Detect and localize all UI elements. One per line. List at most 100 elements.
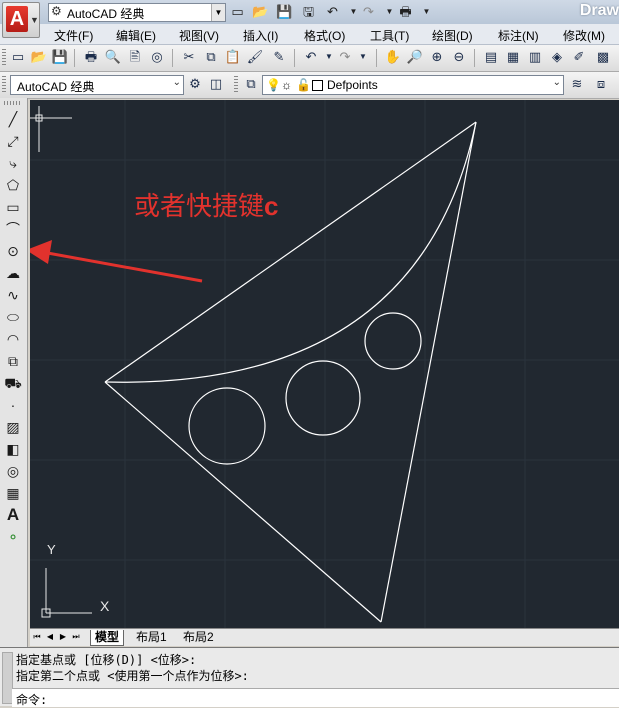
circle-icon[interactable]: ⊙ xyxy=(3,241,23,261)
plot-icon[interactable]: 🖶 xyxy=(82,48,100,66)
triangle-edge-bottom xyxy=(104,381,382,623)
last-tab-icon[interactable]: ⏭ xyxy=(71,631,81,643)
sheet-set-icon[interactable]: ◈ xyxy=(548,48,566,66)
toolbar-grip[interactable] xyxy=(2,49,6,67)
redo-icon[interactable]: ↷ xyxy=(360,3,377,20)
plot-preview-icon[interactable]: 🔍 xyxy=(104,48,122,66)
command-input[interactable]: 命令: xyxy=(12,688,619,707)
open-icon[interactable]: 📂 xyxy=(30,48,48,66)
ellipse-arc-icon[interactable]: ◠ xyxy=(3,329,23,349)
construction-line-icon[interactable]: ⤢ xyxy=(3,131,23,151)
chevron-down-icon[interactable]: ▼ xyxy=(381,3,398,20)
chevron-down-icon[interactable]: ▼ xyxy=(354,48,372,66)
prev-tab-icon[interactable]: ◀ xyxy=(45,631,55,643)
lock-icon[interactable]: 🔓 xyxy=(296,78,311,92)
zoom-window-icon[interactable]: ⊕ xyxy=(428,48,446,66)
toolbar-grip[interactable] xyxy=(234,76,238,94)
design-center-icon[interactable]: ▦ xyxy=(504,48,522,66)
tool-palettes-icon[interactable]: ▥ xyxy=(526,48,544,66)
calculator-icon[interactable]: ▩ xyxy=(594,48,612,66)
menu-edit[interactable]: 编辑(E) xyxy=(116,27,156,44)
copy-icon[interactable]: ⧉ xyxy=(202,48,220,66)
layer-name: Defpoints xyxy=(327,78,378,92)
qnew-icon[interactable]: ▭ xyxy=(9,48,27,66)
menu-draw[interactable]: 绘图(D) xyxy=(432,27,473,44)
title-bar: A ▼ ⚙ AutoCAD 经典 ▼ ▭ 📂 💾 🖫 ↶ ▼ ↷ ▼ 🖶 ▼ D… xyxy=(0,0,619,38)
application-menu-button[interactable]: A ▼ xyxy=(2,2,40,38)
color-square-icon xyxy=(312,80,323,91)
workspace-switcher[interactable]: ⚙ AutoCAD 经典 ▼ xyxy=(48,3,226,22)
chevron-down-icon[interactable]: ⌄ xyxy=(173,77,181,88)
match-properties-icon[interactable]: 🖌 xyxy=(246,48,264,66)
menu-dimension[interactable]: 标注(N) xyxy=(498,27,539,44)
workspace-select[interactable]: AutoCAD 经典 ⌄ xyxy=(10,75,184,95)
multiline-text-icon[interactable]: A xyxy=(3,505,23,525)
spline-icon[interactable]: ∿ xyxy=(3,285,23,305)
layer-manager-icon[interactable]: ⧉ xyxy=(242,75,260,93)
gradient-icon[interactable]: ◧ xyxy=(3,439,23,459)
zoom-realtime-icon[interactable]: 🔎 xyxy=(406,48,424,66)
menu-view[interactable]: 视图(V) xyxy=(179,27,219,44)
insert-block-icon[interactable]: ⧉ xyxy=(3,351,23,371)
rectangle-icon[interactable]: ▭ xyxy=(3,197,23,217)
save-icon[interactable]: 💾 xyxy=(51,48,69,66)
plot-icon[interactable]: 🖶 xyxy=(397,3,414,20)
pan-icon[interactable]: ✋ xyxy=(384,48,402,66)
tab-layout2[interactable]: 布局2 xyxy=(179,630,218,645)
layer-previous-icon[interactable]: ⧈ xyxy=(592,75,610,93)
lightbulb-icon[interactable]: 💡 xyxy=(266,78,281,92)
make-block-icon[interactable]: ⛟ xyxy=(3,373,23,393)
undo-icon[interactable]: ↶ xyxy=(302,48,320,66)
grid xyxy=(30,100,619,628)
table-icon[interactable]: ▦ xyxy=(3,483,23,503)
arc-icon[interactable]: ⌒ xyxy=(3,219,23,239)
open-icon[interactable]: 📂 xyxy=(252,3,269,20)
circle-medium xyxy=(285,360,361,436)
new-icon[interactable]: ▭ xyxy=(229,3,246,20)
ellipse-icon[interactable]: ⬭ xyxy=(3,307,23,327)
redo-icon[interactable]: ↷ xyxy=(336,48,354,66)
drawing-canvas[interactable]: 或者快捷键c Y X xyxy=(30,100,619,628)
match-properties-icon[interactable]: ✎ xyxy=(270,48,288,66)
sun-icon[interactable]: ☼ xyxy=(281,78,292,92)
menu-file[interactable]: 文件(F) xyxy=(54,27,93,44)
revision-cloud-icon[interactable]: ☁ xyxy=(3,263,23,283)
3d-print-icon[interactable]: ◎ xyxy=(148,48,166,66)
properties-icon[interactable]: ▤ xyxy=(482,48,500,66)
chevron-down-icon[interactable]: ⌄ xyxy=(553,77,561,88)
make-object-layer-current-icon[interactable]: ≋ xyxy=(568,75,586,93)
point-icon[interactable]: · xyxy=(3,395,23,415)
command-history-line: 指定基点或 [位移(D)] <位移>: xyxy=(16,653,197,667)
publish-icon[interactable]: 🖹 xyxy=(126,48,144,66)
line-icon[interactable]: ╱ xyxy=(3,109,23,129)
chevron-down-icon[interactable]: ▼ xyxy=(418,3,435,20)
menu-modify[interactable]: 修改(M) xyxy=(563,27,605,44)
menu-format[interactable]: 格式(O) xyxy=(304,27,345,44)
chevron-down-icon[interactable]: ▼ xyxy=(211,4,225,21)
tab-layout1[interactable]: 布局1 xyxy=(132,630,171,645)
next-tab-icon[interactable]: ▶ xyxy=(58,631,68,643)
layer-select[interactable]: 💡 ☼ 🔓 Defpoints ⌄ xyxy=(262,75,564,95)
add-selected-icon[interactable]: ⚬ xyxy=(3,527,23,547)
undo-icon[interactable]: ↶ xyxy=(324,3,341,20)
first-tab-icon[interactable]: ⏮ xyxy=(32,631,42,643)
menu-tools[interactable]: 工具(T) xyxy=(370,27,409,44)
paste-icon[interactable]: 📋 xyxy=(224,48,242,66)
menu-insert[interactable]: 插入(I) xyxy=(243,27,278,44)
save-as-icon[interactable]: 🖫 xyxy=(300,3,317,20)
hatch-icon[interactable]: ▨ xyxy=(3,417,23,437)
toolbar-grip[interactable] xyxy=(2,76,6,94)
markup-icon[interactable]: ✐ xyxy=(570,48,588,66)
polygon-icon[interactable]: ⬠ xyxy=(3,175,23,195)
tab-model[interactable]: 模型 xyxy=(90,630,125,646)
workspace-settings-icon[interactable]: ◫ xyxy=(207,75,225,93)
save-icon[interactable]: 💾 xyxy=(276,3,293,20)
workspace-select-value: AutoCAD 经典 xyxy=(17,80,95,94)
gear-icon[interactable]: ⚙ xyxy=(186,75,204,93)
annotation-key: c xyxy=(264,191,279,221)
polyline-icon[interactable]: ⤷ xyxy=(3,153,23,173)
toolbar-grip[interactable] xyxy=(4,101,22,105)
region-icon[interactable]: ◎ xyxy=(3,461,23,481)
zoom-previous-icon[interactable]: ⊖ xyxy=(450,48,468,66)
cut-icon[interactable]: ✂ xyxy=(180,48,198,66)
